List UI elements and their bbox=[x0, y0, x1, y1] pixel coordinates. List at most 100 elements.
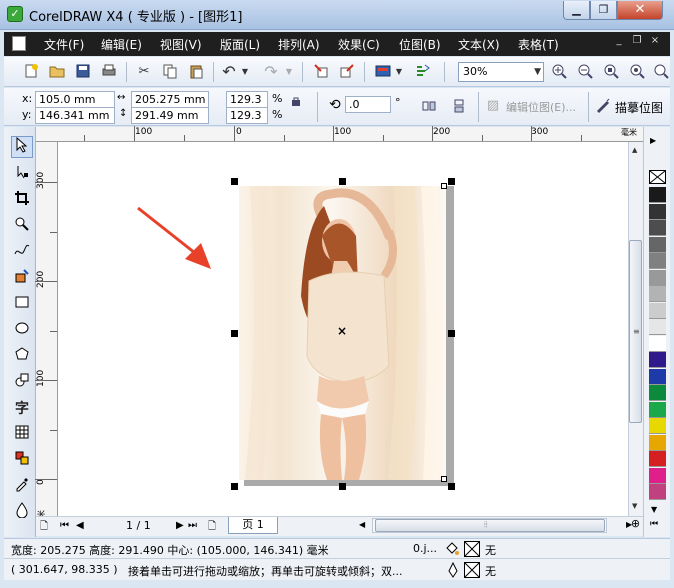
undo-icon[interactable]: ↶ bbox=[220, 63, 238, 81]
doc-minimize-button[interactable]: _ bbox=[612, 35, 626, 46]
table-tool-icon[interactable] bbox=[11, 424, 33, 446]
open-icon[interactable] bbox=[48, 63, 66, 81]
minimize-button[interactable]: ▁ bbox=[563, 1, 590, 20]
zoom-page-icon[interactable] bbox=[602, 63, 620, 81]
first-page-icon[interactable]: ⏮ bbox=[60, 520, 69, 531]
menu-table[interactable]: 表格(T) bbox=[518, 36, 559, 53]
scale-y-field[interactable]: 129.3 bbox=[226, 107, 268, 124]
palette-scroll-down-icon[interactable]: ▼ bbox=[651, 505, 657, 514]
mirror-horizontal-icon[interactable] bbox=[420, 98, 438, 116]
prev-page-icon[interactable]: ◀ bbox=[76, 520, 84, 531]
menu-file[interactable]: 文件(F) bbox=[44, 36, 84, 53]
last-page-icon[interactable]: ⏭ bbox=[188, 520, 197, 531]
x-position-field[interactable]: 105.0 mm bbox=[35, 91, 115, 108]
save-icon[interactable] bbox=[74, 63, 92, 81]
zoom-level-select[interactable]: 30% ▼ bbox=[458, 62, 544, 82]
color-swatch[interactable] bbox=[649, 220, 666, 236]
scale-x-field[interactable]: 129.3 bbox=[226, 91, 268, 108]
menu-edit[interactable]: 编辑(E) bbox=[101, 36, 142, 53]
maximize-button[interactable]: ❐ bbox=[590, 1, 617, 20]
color-swatch[interactable] bbox=[649, 352, 666, 368]
paste-icon[interactable] bbox=[187, 63, 205, 81]
undo-dropdown-icon[interactable]: ▼ bbox=[240, 63, 250, 81]
cut-icon[interactable]: ✂ bbox=[135, 63, 153, 81]
vertical-ruler[interactable]: 300 200 100 0 毫米 bbox=[35, 142, 58, 526]
doc-close-button[interactable]: × bbox=[648, 35, 662, 46]
ellipse-tool-icon[interactable] bbox=[11, 320, 33, 342]
page-insert-before-icon[interactable]: 🗋 bbox=[40, 519, 48, 536]
close-button[interactable]: ✕ bbox=[617, 1, 663, 20]
shape-tool-icon[interactable] bbox=[11, 164, 33, 186]
menu-effects[interactable]: 效果(C) bbox=[338, 36, 380, 53]
color-swatch[interactable] bbox=[649, 203, 666, 220]
fill-none-swatch[interactable] bbox=[464, 541, 480, 557]
trace-bitmap-button[interactable]: 描摹位图 bbox=[615, 99, 663, 116]
page-tab-1[interactable]: 页 1 bbox=[228, 517, 278, 534]
application-launcher-icon[interactable] bbox=[374, 63, 392, 81]
selection-handle-top[interactable] bbox=[339, 178, 346, 185]
color-swatch[interactable] bbox=[649, 319, 666, 335]
palette-expand-icon[interactable]: ⏮ bbox=[650, 519, 658, 529]
width-field[interactable]: 205.275 mm bbox=[131, 91, 209, 108]
navigator-icon[interactable]: ⊕ bbox=[628, 517, 643, 535]
lock-ratio-icon[interactable] bbox=[291, 96, 301, 106]
scroll-up-icon[interactable]: ▲ bbox=[632, 146, 637, 154]
eyedropper-tool-icon[interactable] bbox=[11, 476, 33, 498]
page-insert-after-icon[interactable]: 🗋 bbox=[208, 519, 216, 536]
y-position-field[interactable]: 146.341 mm bbox=[35, 107, 115, 124]
import-icon[interactable] bbox=[312, 63, 330, 81]
fill-bucket-icon[interactable] bbox=[444, 541, 460, 557]
print-icon[interactable] bbox=[100, 63, 118, 81]
color-swatch[interactable] bbox=[649, 286, 666, 302]
scroll-down-icon[interactable]: ▼ bbox=[632, 502, 637, 510]
rotation-angle-field[interactable]: .0 bbox=[345, 96, 391, 113]
menu-view[interactable]: 视图(V) bbox=[160, 36, 202, 53]
welcome-screen-icon[interactable] bbox=[414, 63, 432, 81]
color-swatch[interactable] bbox=[649, 467, 666, 484]
launcher-dropdown-icon[interactable]: ▼ bbox=[394, 63, 404, 81]
copy-icon[interactable] bbox=[161, 63, 179, 81]
selection-handle-top-right[interactable] bbox=[448, 178, 455, 185]
pick-tool-icon[interactable] bbox=[11, 136, 33, 158]
color-swatch[interactable] bbox=[649, 401, 666, 418]
selection-handle-bottom-right[interactable] bbox=[448, 483, 455, 490]
crop-tool-icon[interactable] bbox=[11, 190, 33, 212]
selection-handle-bottom-left[interactable] bbox=[231, 483, 238, 490]
next-page-icon[interactable]: ▶ bbox=[176, 520, 184, 531]
color-swatch[interactable] bbox=[649, 451, 666, 467]
color-swatch[interactable] bbox=[649, 269, 666, 286]
redo-icon[interactable]: ↷ bbox=[262, 63, 280, 81]
menu-layout[interactable]: 版面(L) bbox=[220, 36, 260, 53]
color-swatch[interactable] bbox=[649, 368, 666, 385]
interactive-blend-tool-icon[interactable] bbox=[11, 450, 33, 472]
zoom-fit-icon[interactable] bbox=[628, 63, 646, 81]
zoom-tool-icon[interactable] bbox=[11, 216, 33, 238]
export-icon[interactable] bbox=[338, 63, 356, 81]
new-icon[interactable] bbox=[22, 63, 40, 81]
color-swatch[interactable] bbox=[649, 484, 666, 500]
smart-fill-tool-icon[interactable] bbox=[11, 268, 33, 290]
mirror-vertical-icon[interactable] bbox=[450, 98, 468, 116]
color-swatch[interactable] bbox=[649, 385, 666, 401]
color-swatch[interactable] bbox=[649, 187, 666, 203]
height-field[interactable]: 291.49 mm bbox=[131, 107, 209, 124]
vertical-scroll-thumb[interactable]: ≡ bbox=[629, 240, 642, 423]
color-swatch[interactable] bbox=[649, 302, 666, 319]
color-swatch[interactable] bbox=[649, 236, 666, 253]
color-swatch[interactable] bbox=[649, 335, 666, 352]
text-tool-icon[interactable]: 字 bbox=[11, 398, 33, 420]
horizontal-ruler[interactable]: 100 0 100 200 300 毫米 bbox=[36, 126, 643, 142]
outline-none-swatch[interactable] bbox=[464, 562, 480, 578]
zoom-in-icon[interactable] bbox=[550, 63, 568, 81]
scroll-left-icon[interactable]: ◀ bbox=[359, 520, 365, 529]
selection-handle-left[interactable] bbox=[231, 330, 238, 337]
selection-handle-right[interactable] bbox=[448, 330, 455, 337]
menu-text[interactable]: 文本(X) bbox=[458, 36, 500, 53]
polygon-tool-icon[interactable] bbox=[11, 346, 33, 368]
no-color-swatch[interactable] bbox=[649, 170, 666, 184]
zoom-out-icon[interactable] bbox=[576, 63, 594, 81]
menu-bitmaps[interactable]: 位图(B) bbox=[399, 36, 441, 53]
doc-restore-button[interactable]: ❐ bbox=[630, 35, 644, 46]
color-swatch[interactable] bbox=[649, 418, 666, 434]
document-icon[interactable] bbox=[12, 36, 26, 51]
